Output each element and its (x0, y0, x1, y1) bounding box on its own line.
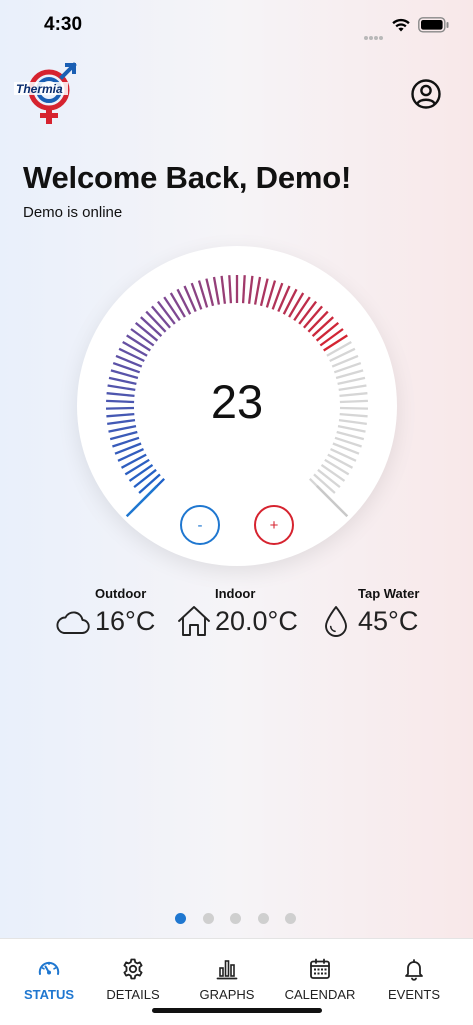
tab-details[interactable]: DETAILS (86, 939, 180, 1009)
logo-text: Thermia (16, 82, 63, 96)
online-status: Demo is online (23, 204, 123, 221)
readout-label: Indoor (215, 586, 256, 601)
house-icon (178, 606, 210, 636)
dial-tick (133, 468, 157, 489)
thermia-logo: Thermia (14, 62, 77, 124)
dial-tick (324, 458, 350, 476)
tab-label: GRAPHS (199, 987, 255, 1002)
status-bar: 4:30 (0, 0, 473, 50)
page-dot[interactable] (230, 913, 241, 924)
page-dot[interactable] (285, 913, 296, 924)
dial-tick (145, 310, 167, 333)
decrease-button[interactable]: - (180, 505, 220, 545)
bell-icon (405, 959, 423, 981)
gauge-icon (38, 961, 60, 975)
dial-tick (151, 305, 171, 329)
dial-tick (126, 334, 151, 352)
dial-tick (220, 275, 227, 304)
status-time: 4:30 (44, 14, 83, 35)
dial-tick (247, 275, 254, 304)
dial-tick (169, 292, 186, 318)
dial-tick (212, 276, 221, 305)
readout-value: 20.0°C (215, 606, 298, 636)
readout-label: Outdoor (95, 586, 147, 601)
home-indicator (152, 1008, 322, 1013)
dial-tick (140, 316, 163, 337)
setpoint-value: 23 (210, 375, 264, 428)
dial-tick (156, 300, 176, 325)
dial-tick (130, 328, 155, 347)
page-dot[interactable] (175, 913, 186, 924)
water-drop-icon (325, 606, 347, 637)
readout-value: 45°C (358, 606, 419, 636)
dial-tick (311, 316, 334, 337)
tab-status[interactable]: STATUS (2, 939, 96, 1009)
tab-calendar[interactable]: CALENDAR (273, 939, 367, 1009)
battery-icon (418, 17, 449, 33)
dial-tick (323, 334, 348, 352)
profile-icon[interactable] (410, 78, 442, 110)
dial-tick (307, 310, 329, 333)
dial-tick (320, 463, 346, 482)
dial-tick (313, 473, 336, 494)
dial-tick (315, 322, 340, 342)
dial-tick (109, 430, 138, 441)
page-title: Welcome Back, Demo! (23, 160, 352, 195)
readout-value: 16°C (95, 606, 156, 636)
tab-label: CALENDAR (284, 987, 356, 1002)
dial-tick (253, 276, 262, 305)
dial-tick (241, 275, 246, 304)
dial-tick (293, 296, 311, 322)
gear-icon (123, 958, 143, 980)
dial-tick (124, 458, 150, 476)
dial-tick (205, 278, 215, 307)
temperature-dial[interactable]: 23 - + (77, 246, 397, 566)
dial-tick (303, 305, 323, 329)
wifi-icon (392, 18, 410, 32)
dial-tick (128, 463, 154, 482)
dial-tick (288, 292, 305, 318)
tab-label: EVENTS (387, 987, 440, 1002)
readout-label: Tap Water (358, 586, 420, 601)
dial-tick (326, 340, 352, 357)
increase-button[interactable]: + (254, 505, 294, 545)
dial-tick (134, 322, 159, 342)
page-dot[interactable] (202, 913, 214, 924)
dial-tick (122, 340, 148, 357)
dial-tick (319, 328, 344, 347)
calendar-icon (310, 958, 330, 979)
dial-tick (336, 430, 365, 441)
dial-tick (298, 300, 318, 325)
page-dot[interactable] (257, 913, 269, 924)
tab-label: DETAILS (106, 987, 160, 1002)
tab-label: STATUS (23, 987, 75, 1002)
dial-tick (228, 275, 233, 304)
tab-graphs[interactable]: GRAPHS (180, 939, 274, 1009)
tab-events[interactable]: EVENTS (367, 939, 461, 1009)
cloud-icon (56, 611, 90, 634)
dial-tick (138, 473, 161, 494)
dial-tick (163, 296, 181, 322)
dial-tick (317, 468, 341, 489)
dial-tick (259, 278, 269, 307)
bar-chart-icon (216, 960, 238, 980)
signal-icon (364, 27, 386, 40)
